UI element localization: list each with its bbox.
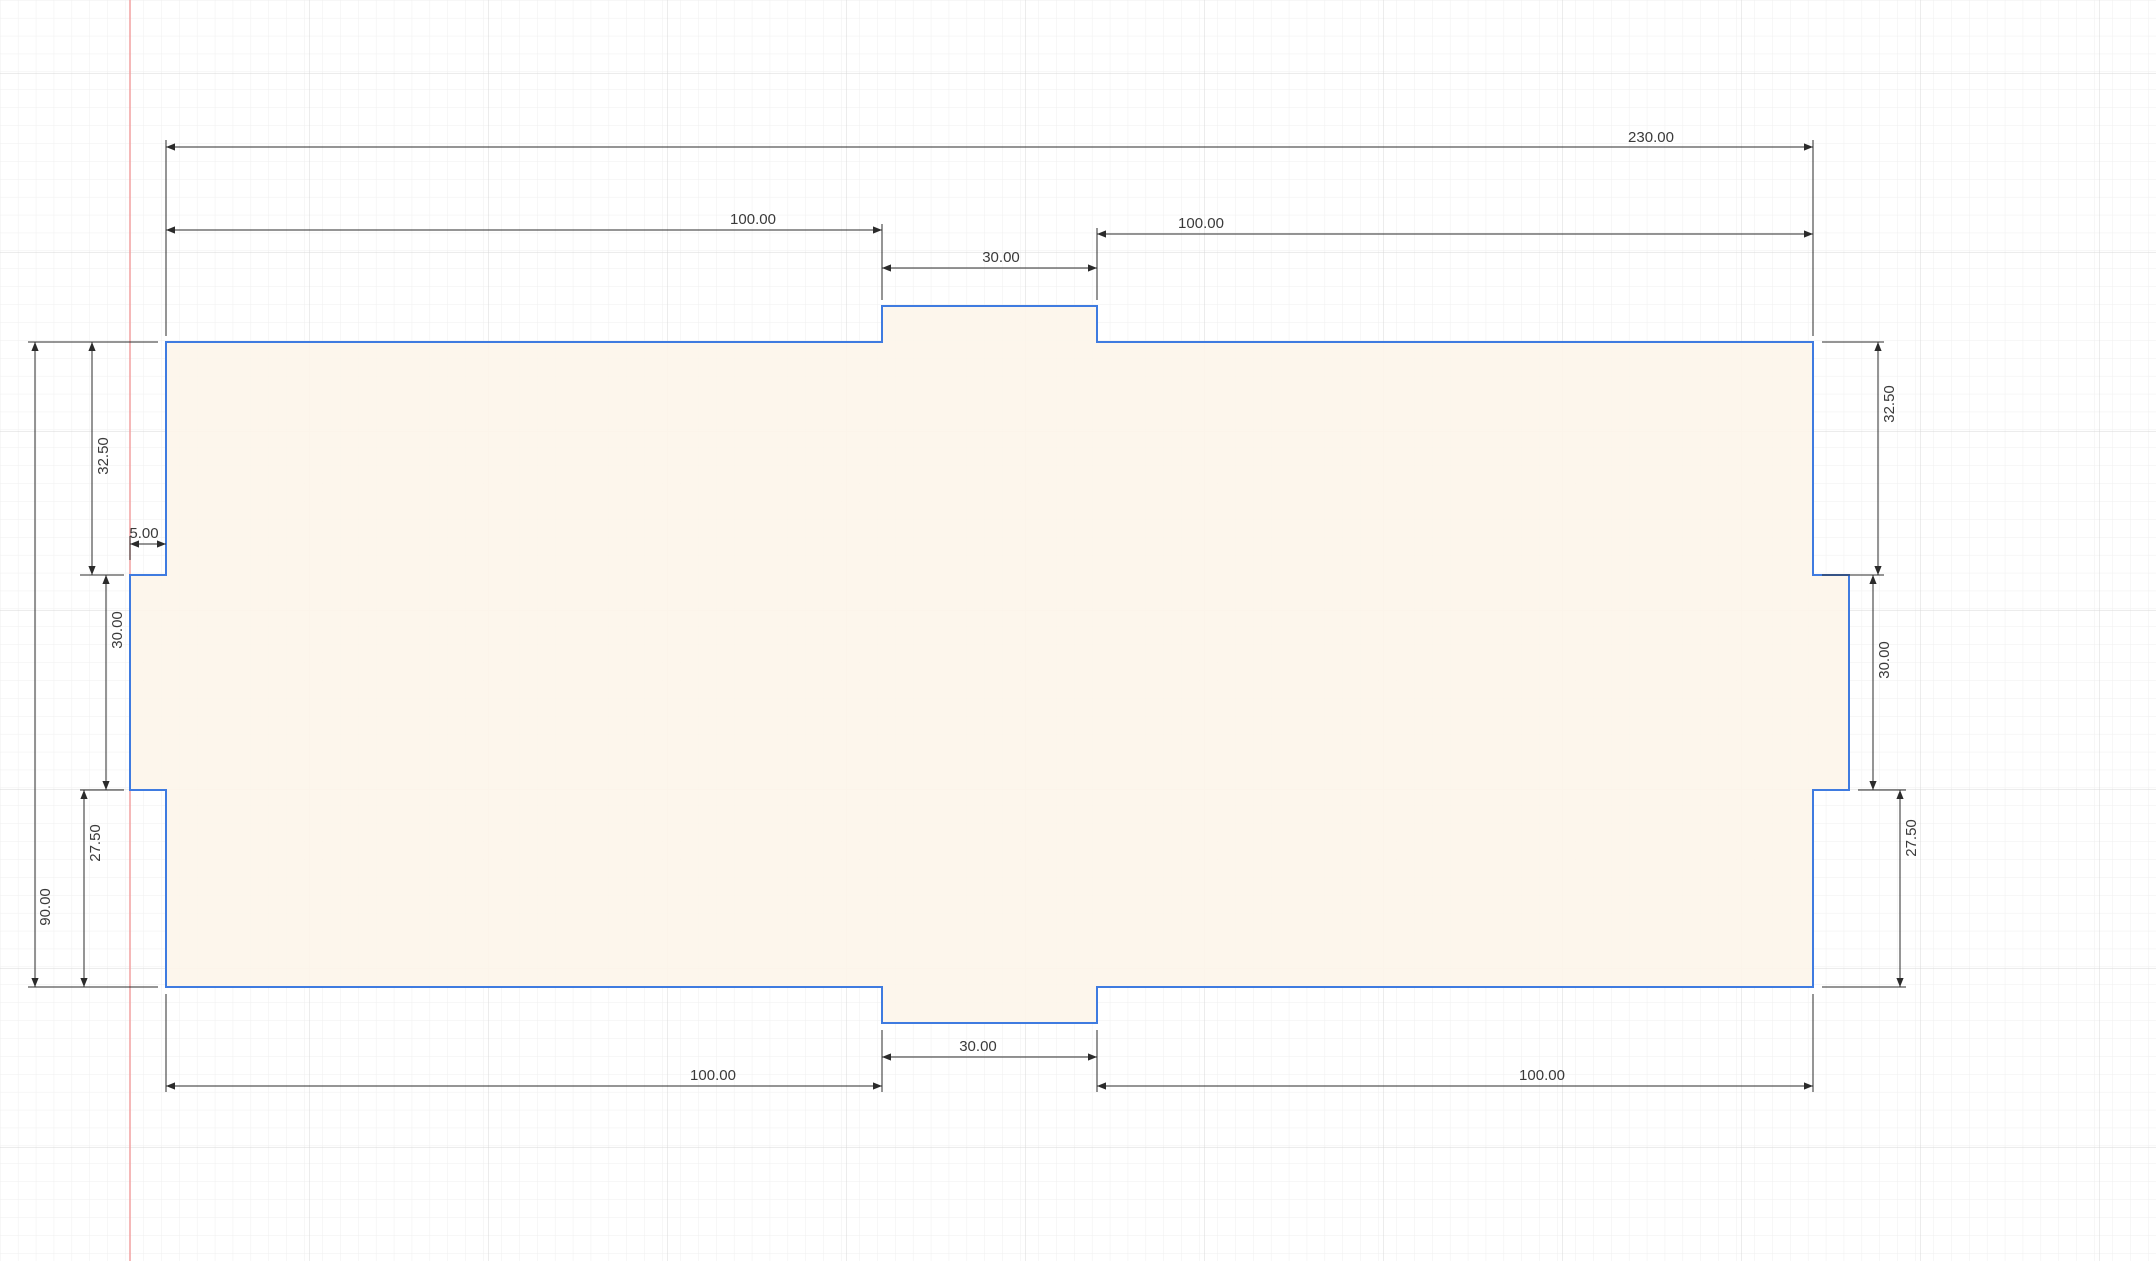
dim-left-tab-label[interactable]: 30.00 [109,611,126,649]
dim-bottom-right-label[interactable]: 100.00 [1519,1067,1565,1084]
sketch-profile[interactable] [129,305,1850,1024]
dim-bottom-slot-label[interactable]: 30.00 [959,1038,997,1055]
dim-top-left-label[interactable]: 100.00 [730,211,776,228]
dim-right-tab-label[interactable]: 30.00 [1876,641,1893,679]
dim-left-lower-label[interactable]: 27.50 [87,824,104,862]
dim-top-right-label[interactable]: 100.00 [1178,215,1224,232]
dim-top-slot-label[interactable]: 30.00 [982,249,1020,266]
dim-overall-width-label[interactable]: 230.00 [1628,129,1674,146]
dim-right-upper-label[interactable]: 32.50 [1881,385,1898,423]
dim-left-upper-label[interactable]: 32.50 [95,437,112,475]
dim-bottom-left-label[interactable]: 100.00 [690,1067,736,1084]
dim-left-notch-label[interactable]: 5.00 [129,525,158,542]
dim-overall-height-label[interactable]: 90.00 [37,888,54,926]
dim-right-lower-label[interactable]: 27.50 [1903,819,1920,857]
sketch-canvas[interactable]: 230.00 100.00 30.00 100.00 100.00 30.00 … [0,0,2156,1261]
